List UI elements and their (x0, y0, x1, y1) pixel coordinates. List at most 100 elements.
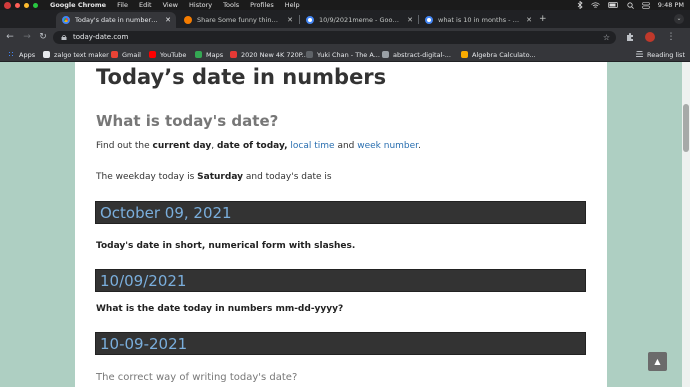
clock[interactable]: 9:48 PM (658, 1, 684, 9)
chevron-up-icon: ▲ (654, 357, 661, 366)
intro-paragraph: Find out the current day, date of today,… (96, 141, 421, 151)
close-icon[interactable]: ✕ (406, 16, 414, 24)
bookmark-youtube[interactable]: YouTube (149, 47, 186, 62)
bookmark-apps[interactable]: Apps (8, 47, 35, 62)
bookmark-label: Apps (19, 50, 36, 59)
status-area: 9:48 PM (577, 0, 684, 10)
tab-strip: Today's date in numbers » To... ✕ Share … (0, 10, 690, 28)
reading-list-label: Reading list (647, 50, 685, 59)
lock-icon[interactable] (61, 35, 67, 40)
bookmark-zalgo[interactable]: zalgo text maker (43, 47, 109, 62)
search-icon[interactable] (627, 1, 634, 9)
menu-view[interactable]: View (163, 1, 178, 9)
new-tab-icon[interactable]: + (539, 14, 547, 24)
date-dashes-box: 10-09-2021 (95, 332, 586, 355)
tab-today-date[interactable]: Today's date in numbers » To... ✕ (56, 12, 176, 28)
local-time-link[interactable]: local time (290, 141, 334, 151)
reading-list-icon (636, 51, 643, 58)
close-icon[interactable]: ✕ (286, 16, 294, 24)
control-center-icon[interactable] (641, 1, 650, 9)
week-number-link[interactable]: week number (357, 141, 418, 151)
google-icon (306, 16, 314, 24)
reload-icon[interactable]: ↻ (37, 28, 49, 47)
weekday-value: Saturday (197, 172, 243, 182)
bookmark-abstract-digital[interactable]: abstract-digital-... (382, 47, 451, 62)
section-heading: The correct way of writing today's date? (96, 372, 298, 383)
battery-icon[interactable] (607, 2, 619, 8)
bookmark-yuki-chan[interactable]: Yuki Chan - The A... (306, 47, 380, 62)
short-form-heading: Today's date in short, numerical form wi… (96, 241, 355, 251)
url-text[interactable]: today-date.com (73, 31, 128, 44)
menu-help[interactable]: Help (285, 1, 300, 9)
bookmark-label: zalgo text maker (54, 50, 109, 59)
weekday-paragraph: The weekday today is Saturday and today'… (96, 172, 332, 182)
tab-title: Share Some funny things - Ga... (197, 16, 282, 24)
content-card: Today’s date in numbers What is today's … (75, 62, 607, 387)
menu-file[interactable]: File (117, 1, 128, 9)
intro-text: and (334, 141, 358, 151)
close-icon[interactable]: ✕ (525, 16, 533, 24)
wifi-icon[interactable] (591, 1, 600, 9)
bookmark-label: 2020 New 4K 720P... (241, 50, 308, 59)
intro-bold-date-of-today: date of today, (216, 141, 288, 151)
close-icon[interactable]: ✕ (164, 16, 172, 24)
apple-icon[interactable] (4, 1, 11, 9)
gmail-icon (111, 51, 118, 58)
bluetooth-icon[interactable] (577, 1, 583, 9)
weekday-text: The weekday today is (96, 172, 198, 182)
menu-bar: Google Chrome File Edit View History Too… (0, 0, 690, 10)
bookmark-label: YouTube (160, 50, 187, 59)
page-viewport: Today’s date in numbers What is today's … (0, 62, 682, 387)
tab-search-icon[interactable]: ⌄ (674, 14, 684, 24)
tab-share-funny[interactable]: Share Some funny things - Ga... ✕ (178, 12, 298, 28)
dashes-heading-text: What is the date today in numbers mm-dd-… (96, 304, 344, 314)
weekday-text: and today's date is (242, 172, 332, 182)
short-form-heading-text: Today's date in short, numerical form wi… (96, 241, 356, 251)
apps-grid-icon (8, 51, 15, 58)
scrollbar-thumb[interactable] (683, 104, 689, 152)
menu-profiles[interactable]: Profiles (250, 1, 274, 9)
calculator-icon (461, 51, 468, 58)
bookmark-algebra-calculator[interactable]: Algebra Calculato... (461, 47, 536, 62)
bookmark-maps[interactable]: Maps (195, 47, 223, 62)
date-long-box: October 09, 2021 (95, 201, 586, 224)
dashes-heading: What is the date today in numbers mm-dd-… (96, 304, 343, 314)
bookmark-label: Maps (206, 50, 224, 59)
toolbar: ← → ↻ today-date.com ☆ ⋮ (0, 28, 690, 47)
tab-google-search-meme[interactable]: 10/9/2021meme - Google Sea... ✕ (300, 12, 418, 28)
youtube-icon (149, 51, 156, 58)
fire-icon (184, 16, 192, 24)
tab-google-search-months[interactable]: what is 10 in months - Googl... ✕ (419, 12, 537, 28)
maps-icon (195, 51, 202, 58)
minimize-window-icon[interactable] (24, 2, 29, 8)
bookmark-4k-video[interactable]: 2020 New 4K 720P... (230, 47, 308, 62)
menu-tools[interactable]: Tools (223, 1, 239, 9)
close-window-icon[interactable] (15, 2, 20, 8)
avatar[interactable] (645, 32, 655, 42)
back-icon[interactable]: ← (4, 28, 16, 47)
tab-title: what is 10 in months - Googl... (438, 16, 521, 24)
scrollbar[interactable] (682, 62, 690, 387)
forward-icon[interactable]: → (21, 28, 33, 47)
tab-title: 10/9/2021meme - Google Sea... (319, 16, 402, 24)
page-icon (382, 51, 389, 58)
menu-edit[interactable]: Edit (139, 1, 152, 9)
bookmark-label: Yuki Chan - The A... (317, 50, 380, 59)
back-to-top-button[interactable]: ▲ (648, 352, 667, 371)
reading-list[interactable]: Reading list (636, 47, 685, 62)
intro-text: Find out the (96, 141, 153, 151)
extensions-icon[interactable] (625, 32, 635, 42)
bookmark-star-icon[interactable]: ☆ (603, 31, 610, 44)
page-icon (306, 51, 313, 58)
menu-app-name[interactable]: Google Chrome (50, 1, 106, 9)
page-title: Today’s date in numbers (96, 65, 387, 89)
menu-history[interactable]: History (189, 1, 212, 9)
bookmark-gmail[interactable]: Gmail (111, 47, 141, 62)
tab-title: Today's date in numbers » To... (75, 16, 160, 24)
more-menu-icon[interactable]: ⋮ (666, 32, 676, 42)
bookmark-label: Algebra Calculato... (472, 50, 536, 59)
address-bar[interactable]: today-date.com ☆ (53, 31, 616, 44)
date-slashes-box: 10/09/2021 (95, 269, 586, 292)
maximize-window-icon[interactable] (33, 2, 38, 8)
intro-bold-current-day: current day (152, 141, 212, 151)
